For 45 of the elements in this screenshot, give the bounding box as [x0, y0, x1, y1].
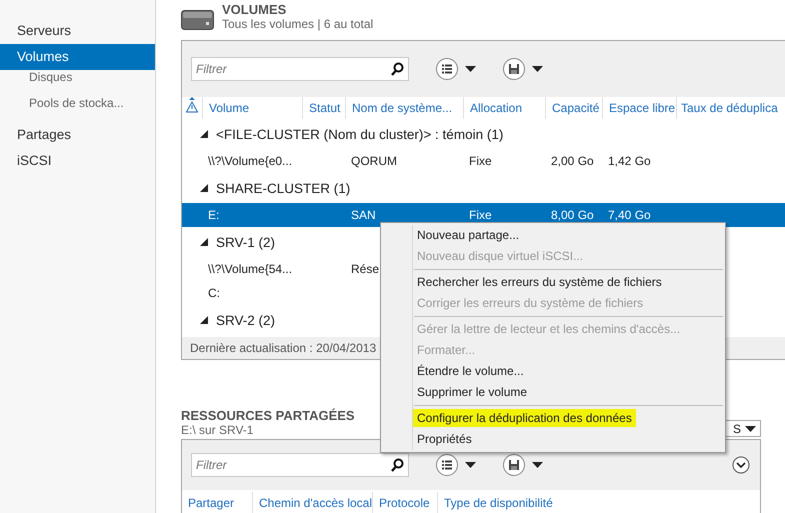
sidebar-item[interactable]: Pools de stocka...	[0, 96, 155, 122]
table-cell: 7,40 Go	[608, 208, 651, 222]
section-subtitle: E:\ sur SRV-1	[181, 423, 254, 437]
table-cell: 1,42 Go	[608, 154, 651, 168]
filter-field[interactable]: Filtrer	[191, 57, 409, 81]
column-header[interactable]: Taux de déduplica	[676, 97, 783, 119]
table-cell: E:	[208, 208, 220, 222]
sidebar-item[interactable]: Partages	[0, 122, 155, 148]
column-header[interactable]: Espace libre	[602, 97, 676, 119]
table-cell: Fixe	[469, 154, 492, 168]
section-subtitle: Tous les volumes | 6 au total	[222, 17, 374, 31]
table-row[interactable]: \\?\Volume{e0... QORUM Fixe 2,00 Go 1,42 Go	[182, 149, 785, 173]
column-header[interactable]: Partager	[182, 492, 252, 513]
group-header: <FILE-CLUSTER (Nom du cluster)> : témoin (1)	[216, 126, 504, 142]
sidebar-item[interactable]: Disques	[0, 70, 155, 96]
table-cell: Fixe	[469, 208, 492, 222]
table-cell: 2,00 Go	[551, 154, 594, 168]
group-header: SHARE-CLUSTER (1)	[216, 180, 350, 196]
section-title: VOLUMES	[222, 2, 288, 17]
group-header: SRV-1 (2)	[216, 234, 276, 250]
table-cell: QORUM	[351, 154, 397, 168]
table-cell: \\?\Volume{54...	[208, 262, 292, 276]
menu-item[interactable]: Propriétés	[381, 429, 723, 450]
sidebar-item[interactable]: Serveurs	[0, 18, 155, 44]
sidebar-item[interactable]: Volumes	[0, 44, 155, 70]
column-header[interactable]: Capacité	[545, 97, 602, 119]
column-header[interactable]: Type de disponibilité	[437, 492, 555, 513]
menu-item[interactable]: Supprimer le volume	[381, 382, 723, 403]
column-header[interactable]: Nom de système...	[345, 97, 463, 119]
sidebar-item[interactable]: iSCSI	[0, 148, 155, 174]
column-header[interactable]: Volume	[202, 97, 302, 119]
column-header[interactable]: Statut	[302, 97, 345, 119]
menu-item[interactable]: Nouveau partage...	[381, 225, 723, 246]
column-header[interactable]: Allocation	[463, 97, 545, 119]
table-cell: \\?\Volume{e0...	[208, 154, 292, 168]
section-title: RESSOURCES PARTAGÉES	[181, 408, 355, 423]
menu-item[interactable]: Étendre le volume...	[381, 361, 723, 382]
filter-field[interactable]: Filtrer	[191, 453, 409, 477]
column-header[interactable]: Chemin d'accès local	[252, 492, 372, 513]
column-header[interactable]: Protocole	[372, 492, 437, 513]
menu-item[interactable]: Rechercher les erreurs du système de fichiers	[381, 272, 723, 293]
table-cell: Rése	[351, 262, 380, 276]
table-cell: SAN	[351, 208, 376, 222]
table-cell: 8,00 Go	[551, 208, 594, 222]
group-header: SRV-2 (2)	[216, 312, 276, 328]
